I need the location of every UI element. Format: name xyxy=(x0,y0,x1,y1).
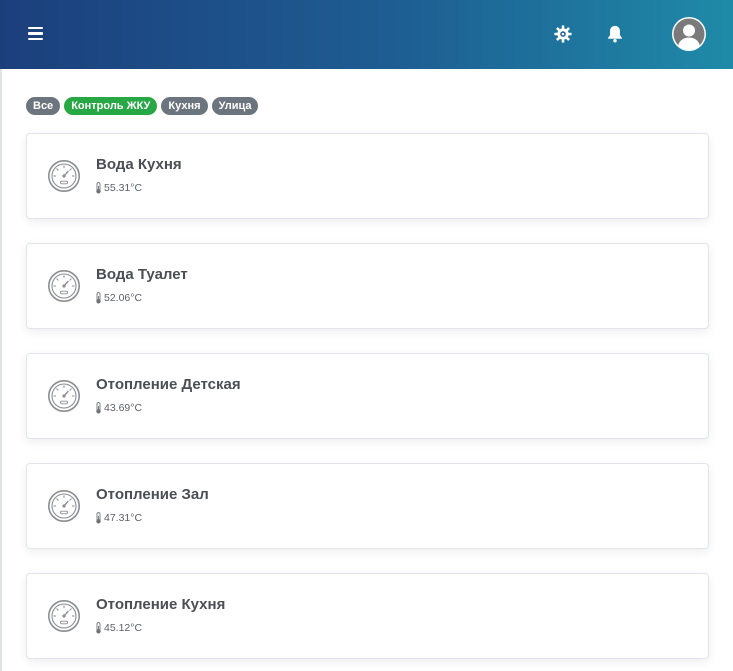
filter-chip[interactable]: Кухня xyxy=(161,97,208,115)
temperature-value: 47.31°C xyxy=(104,512,143,524)
sensor-name: Отопление Кухня xyxy=(96,596,226,613)
top-navbar xyxy=(0,0,733,69)
gauge-icon xyxy=(48,600,80,632)
temperature-value: 45.12°C xyxy=(104,622,143,634)
sensor-card[interactable]: Отопление Зал 47.31°C xyxy=(26,463,709,549)
hamburger-menu-icon[interactable] xyxy=(28,24,48,44)
temperature-value: 52.06°C xyxy=(104,292,143,304)
temperature-reading: 47.31°C xyxy=(95,512,142,524)
gear-icon[interactable] xyxy=(552,23,574,45)
sensor-card[interactable]: Вода Туалет 52.06°C xyxy=(26,243,709,329)
thermometer-icon xyxy=(96,622,101,634)
temperature-reading: 45.12°C xyxy=(95,622,142,634)
sidebar-edge xyxy=(0,69,2,671)
sensor-name: Вода Кухня xyxy=(96,156,182,173)
temperature-reading: 55.31°C xyxy=(95,182,142,194)
thermometer-icon xyxy=(96,402,101,414)
temperature-reading: 52.06°C xyxy=(95,292,142,304)
thermometer-icon xyxy=(96,292,101,304)
filter-chips: Все Контроль ЖКУ Кухня Улица xyxy=(26,97,259,115)
user-avatar-icon[interactable] xyxy=(672,17,706,51)
gauge-icon xyxy=(48,270,80,302)
gauge-icon xyxy=(48,160,80,192)
gauge-icon xyxy=(48,380,80,412)
sensor-card[interactable]: Отопление Кухня 45.12°C xyxy=(26,573,709,659)
sensor-name: Отопление Детская xyxy=(96,376,241,393)
sensor-name: Вода Туалет xyxy=(96,266,188,283)
filter-chip[interactable]: Контроль ЖКУ xyxy=(64,97,158,115)
filter-chip[interactable]: Улица xyxy=(211,97,259,115)
sensor-name: Отопление Зал xyxy=(96,486,209,503)
bell-icon[interactable] xyxy=(604,23,626,45)
temperature-value: 55.31°C xyxy=(104,182,143,194)
sensor-card[interactable]: Отопление Детская 43.69°C xyxy=(26,353,709,439)
gauge-icon xyxy=(48,490,80,522)
temperature-value: 43.69°C xyxy=(104,402,143,414)
sensor-card[interactable]: Вода Кухня 55.31°C xyxy=(26,133,709,219)
thermometer-icon xyxy=(96,182,101,194)
thermometer-icon xyxy=(96,512,101,524)
filter-chip[interactable]: Все xyxy=(26,97,61,115)
temperature-reading: 43.69°C xyxy=(95,402,142,414)
